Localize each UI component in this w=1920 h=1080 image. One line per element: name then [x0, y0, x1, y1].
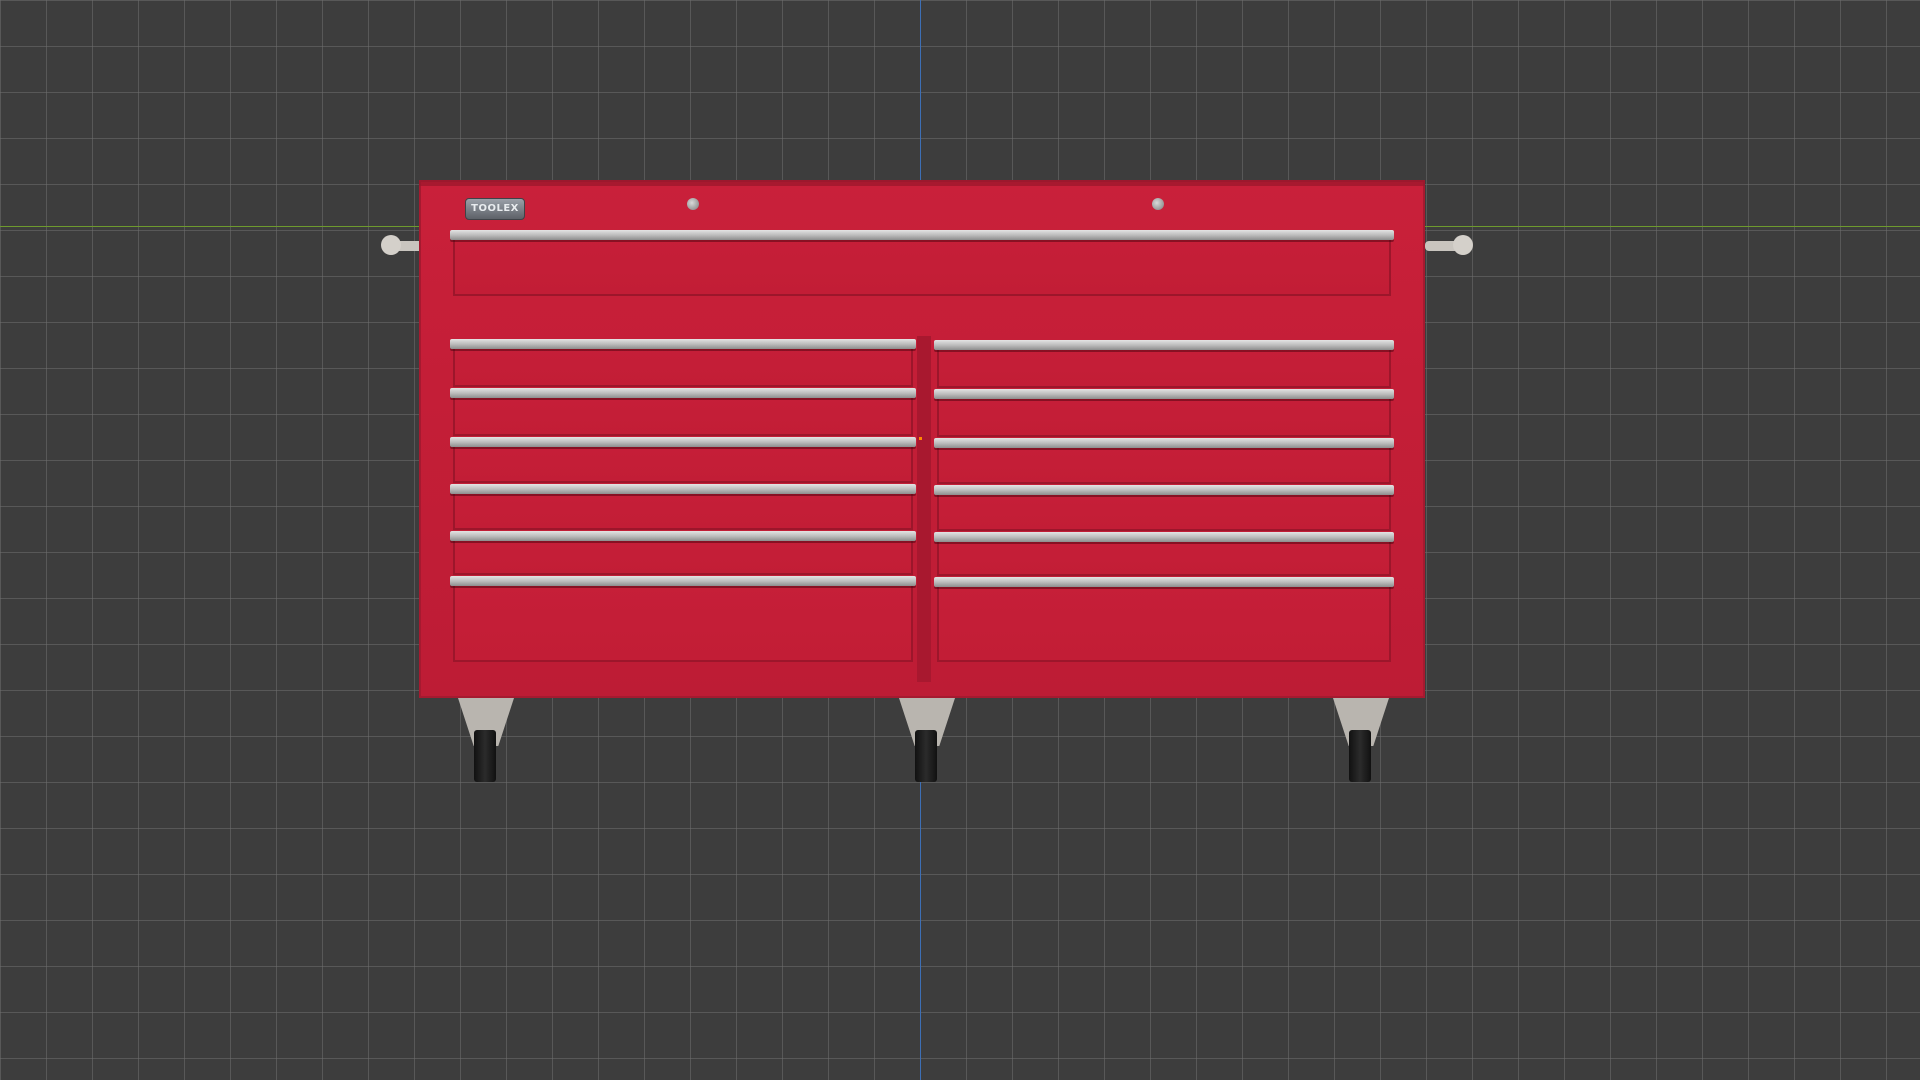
drawer-right-2[interactable] [934, 389, 1394, 437]
drawer-handle [450, 388, 916, 398]
drawer-handle [934, 438, 1394, 448]
drawer-left-2[interactable] [450, 388, 916, 436]
drawer-right-4[interactable] [934, 485, 1394, 531]
model-badge [1329, 590, 1373, 600]
caster-left [458, 698, 514, 782]
drawer-handle [450, 531, 916, 541]
center-divider [917, 336, 931, 682]
drawer-handle [450, 230, 1394, 240]
right-side-handle [1425, 235, 1473, 255]
lock-left-icon [687, 198, 699, 210]
drawer-right-5[interactable] [934, 532, 1394, 576]
drawer-right-1[interactable] [934, 340, 1394, 388]
drawer-handle [934, 577, 1394, 587]
right-handle-knob [1453, 235, 1473, 255]
caster-wheel [1349, 730, 1371, 782]
drawer-left-6[interactable] [450, 576, 916, 662]
drawer-left-1[interactable] [450, 339, 916, 387]
drawer-handle [450, 339, 916, 349]
chest-top-edge [419, 180, 1425, 186]
drawer-right-6[interactable] [934, 577, 1394, 662]
caster-wheel [474, 730, 496, 782]
brand-logo-plate: TOOLEX [465, 198, 525, 220]
left-handle-knob [381, 235, 401, 255]
drawer-handle [934, 340, 1394, 350]
origin-marker [919, 437, 922, 440]
3d-viewport[interactable]: TOOLEX [0, 0, 1920, 1080]
drawer-left-5[interactable] [450, 531, 916, 575]
caster-right [1333, 698, 1389, 782]
caster-center [899, 698, 955, 782]
lock-right-icon [1152, 198, 1164, 210]
drawer-handle [450, 576, 916, 586]
drawer-handle [934, 485, 1394, 495]
drawer-left-4[interactable] [450, 484, 916, 530]
drawer-right-3[interactable] [934, 438, 1394, 484]
drawer-handle [450, 437, 916, 447]
drawer-top[interactable] [450, 230, 1394, 296]
drawer-handle [450, 484, 916, 494]
drawer-left-3[interactable] [450, 437, 916, 483]
caster-wheel [915, 730, 937, 782]
tool-chest-model[interactable]: TOOLEX [419, 180, 1425, 698]
drawer-handle [934, 389, 1394, 399]
drawer-handle [934, 532, 1394, 542]
